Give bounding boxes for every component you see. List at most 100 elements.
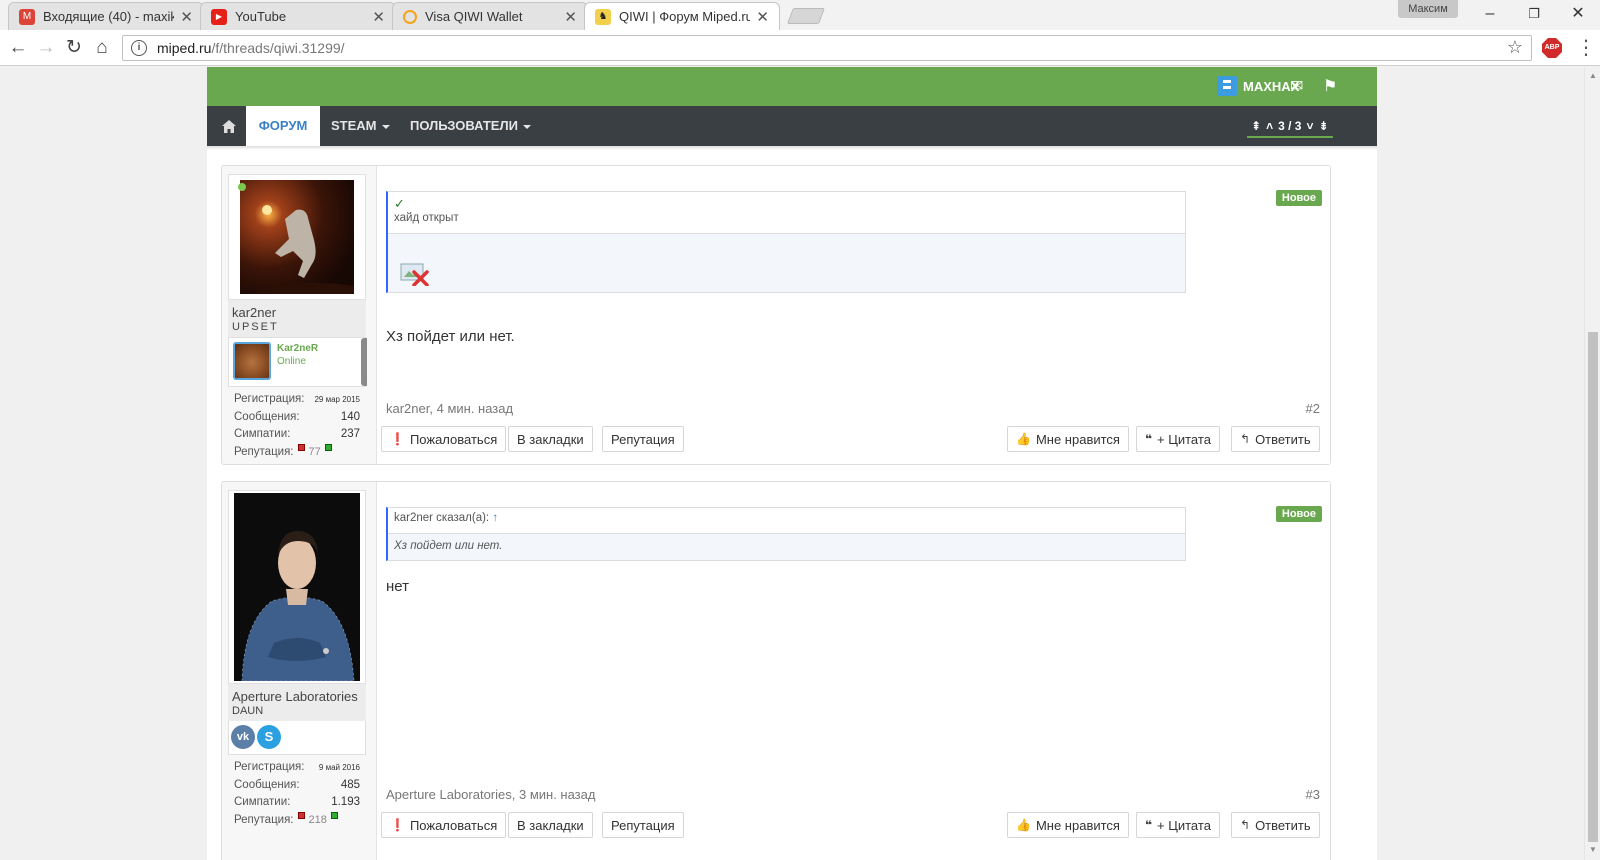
url-path: /f/threads/qiwi.31299/ — [211, 40, 345, 56]
report-label: Пожаловаться — [409, 431, 498, 447]
tab-steam[interactable]: STEAM — [331, 106, 390, 146]
like-button[interactable]: 👍 Мне нравится — [1007, 812, 1129, 838]
bookmark-button[interactable]: В закладки — [508, 812, 593, 838]
report-button[interactable]: ❗ Пожаловаться — [381, 426, 507, 452]
miped-icon: ♞ — [595, 8, 611, 25]
page-counter: 3 / 3 — [1278, 119, 1302, 133]
forum-post: Aperture Laboratories DAUN vk S Регистра… — [221, 481, 1331, 860]
address-bar[interactable]: i miped.ru /f/threads/qiwi.31299/ ☆ — [122, 35, 1532, 61]
rep-minus-icon[interactable] — [297, 443, 305, 451]
report-button[interactable]: ❗ Пожаловаться — [381, 812, 507, 838]
post-permalink[interactable]: #2 — [1306, 401, 1320, 416]
author-title: DAUN — [228, 704, 366, 721]
qiwi-icon — [403, 9, 417, 24]
close-icon[interactable]: ✕ — [372, 8, 385, 26]
post-permalink[interactable]: #3 — [1306, 787, 1320, 802]
forum-post: kar2ner UPSET Kar2neR Online Регистрация… — [221, 165, 1331, 465]
author-name[interactable]: kar2ner — [228, 300, 366, 320]
scroll-up-arrow-icon[interactable]: ▲ — [1589, 71, 1597, 80]
post-content: Новое kar2ner сказал(а): ↑ Хз пойдет или… — [376, 482, 1330, 860]
account-link[interactable]: MAXHAX — [1217, 75, 1299, 97]
reply-label: Ответить — [1255, 817, 1311, 833]
stat-label: Симпатии: — [234, 796, 291, 808]
double-chevron-down-icon[interactable]: ⇟ — [1318, 119, 1328, 133]
reputation-label: Репутация — [611, 817, 675, 833]
restore-icon[interactable]: ❐ — [1512, 2, 1556, 26]
stat-label: Регистрация: — [234, 761, 305, 773]
tab-gmail[interactable]: M Входящие (40) - maxikjo ✕ — [8, 2, 204, 30]
stat-registration: 29 мар 2015 — [314, 395, 360, 404]
stat-messages: 140 — [340, 410, 360, 423]
new-tab-button[interactable] — [787, 8, 825, 24]
stat-messages: 485 — [340, 778, 360, 791]
bookmark-label: В закладки — [517, 431, 584, 447]
rep-plus-icon[interactable] — [324, 443, 332, 451]
avatar[interactable] — [228, 174, 366, 300]
forum-page: MAXHAX ✉ ⚑ ФОРУМ STEAM ПОЛЬЗОВАТЕЛИ ⇞ ˄ … — [207, 67, 1377, 860]
stat-label: Симпатии: — [234, 428, 291, 440]
page-jumper[interactable]: ⇞ ˄ 3 / 3 ˅ ⇟ — [1247, 116, 1333, 138]
tab-youtube[interactable]: ▶ YouTube ✕ — [200, 2, 396, 30]
tab-forum[interactable]: ФОРУМ — [246, 106, 320, 146]
reply-button[interactable]: ↰ Ответить — [1231, 426, 1320, 452]
thumbs-up-icon: 👍 — [1016, 432, 1031, 446]
tab-title: QIWI | Форум Miped.ru — [619, 9, 751, 24]
quote-button[interactable]: ❝ + Цитата — [1136, 426, 1220, 452]
stat-reputation: 77 — [308, 445, 321, 458]
profile-button[interactable]: Максим — [1398, 0, 1458, 18]
reload-icon[interactable]: ↻ — [62, 36, 86, 60]
reputation-button[interactable]: Репутация — [602, 426, 684, 452]
forward-icon[interactable]: → — [34, 36, 58, 60]
rep-minus-icon[interactable] — [297, 811, 305, 819]
page-scrollbar[interactable]: ▲ ▼ — [1584, 67, 1600, 860]
quote-author: kar2ner сказал(а): — [394, 512, 490, 524]
tab-qiwi-wallet[interactable]: Visa QIWI Wallet ✕ — [392, 2, 588, 30]
flag-icon[interactable]: ⚑ — [1323, 76, 1337, 96]
browser-menu-icon[interactable]: ⋮ — [1576, 36, 1596, 60]
tab-users[interactable]: ПОЛЬЗОВАТЕЛИ — [410, 106, 531, 146]
author-stats: Регистрация: 9 май 2016 Сообщения: 485 Сим… — [228, 755, 366, 829]
chevron-down-icon[interactable]: ˅ — [1306, 119, 1313, 133]
bookmark-button[interactable]: В закладки — [508, 426, 593, 452]
thumbs-up-icon: 👍 — [1016, 818, 1031, 832]
adblock-extension-icon[interactable]: ABP — [1542, 38, 1562, 58]
info-icon[interactable]: i — [131, 40, 147, 56]
minimize-icon[interactable]: – — [1468, 2, 1512, 26]
home-icon[interactable] — [207, 106, 251, 146]
home-icon[interactable]: ⌂ — [90, 36, 114, 60]
author-name[interactable]: Aperture Laboratories — [228, 684, 366, 704]
tab-miped-forum[interactable]: ♞ QIWI | Форум Miped.ru ✕ — [584, 2, 780, 30]
envelope-icon[interactable]: ✉ — [1290, 76, 1303, 96]
reply-button[interactable]: ↰ Ответить — [1231, 812, 1320, 838]
stat-likes: 1.193 — [331, 796, 360, 808]
close-icon[interactable]: ✕ — [756, 8, 769, 26]
close-icon[interactable]: ✕ — [180, 8, 193, 26]
rep-plus-icon[interactable] — [330, 811, 338, 819]
meta-author-link[interactable]: Aperture Laboratories — [386, 787, 512, 802]
tab-steam-label: STEAM — [331, 118, 377, 133]
scroll-down-arrow-icon[interactable]: ▼ — [1589, 845, 1597, 854]
new-badge: Новое — [1275, 506, 1322, 522]
quote-button[interactable]: ❝ + Цитата — [1136, 812, 1220, 838]
double-chevron-up-icon[interactable]: ⇞ — [1251, 119, 1261, 133]
avatar[interactable] — [228, 490, 366, 684]
scrollbar-thumb[interactable] — [1588, 332, 1598, 842]
reputation-button[interactable]: Репутация — [602, 812, 684, 838]
vk-icon[interactable]: vk — [231, 725, 255, 749]
like-label: Мне нравится — [1035, 431, 1120, 447]
back-icon[interactable]: ← — [6, 36, 30, 60]
steam-name: Kar2neR — [277, 343, 319, 354]
arrow-up-icon[interactable]: ↑ — [492, 512, 498, 524]
new-badge: Новое — [1275, 190, 1322, 206]
steam-widget[interactable]: Kar2neR Online — [228, 337, 367, 387]
bookmark-star-icon[interactable]: ☆ — [1507, 37, 1523, 58]
reputation-label: Репутация — [611, 431, 675, 447]
close-icon[interactable]: ✕ — [564, 8, 577, 26]
window-close-icon[interactable]: ✕ — [1556, 2, 1600, 26]
skype-icon[interactable]: S — [257, 725, 281, 749]
like-button[interactable]: 👍 Мне нравится — [1007, 426, 1129, 452]
hide-status: хайд открыт — [394, 212, 459, 224]
meta-author-link[interactable]: kar2ner — [386, 401, 429, 416]
chevron-up-icon[interactable]: ˄ — [1266, 119, 1273, 133]
author-title: UPSET — [228, 320, 366, 337]
